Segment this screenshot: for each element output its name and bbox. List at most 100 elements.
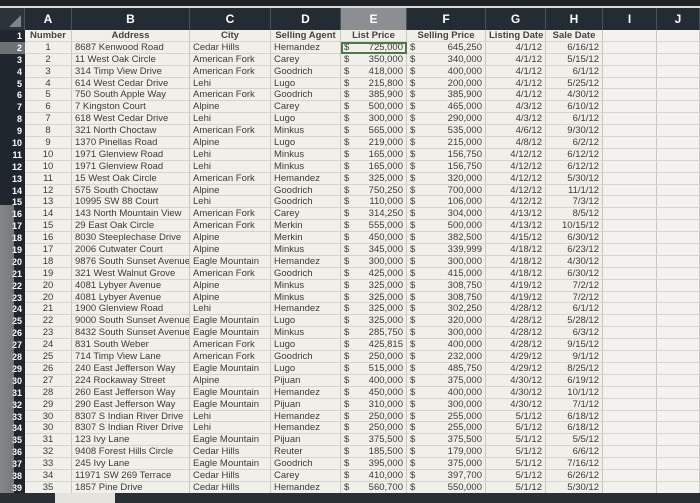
cell-selling-price[interactable]: $645,250: [407, 41, 486, 54]
cell-address[interactable]: 7 Kingston Court: [72, 101, 190, 114]
cell-listing-date[interactable]: 4/18/12: [486, 244, 546, 256]
header-address[interactable]: Address: [72, 30, 190, 42]
cell-listing-date[interactable]: 5/1/12: [486, 422, 546, 435]
cell-city[interactable]: Cedar Hills: [190, 446, 271, 459]
cell-selling-price[interactable]: $255,000: [407, 410, 486, 423]
cell-sale-date[interactable]: 8/5/12: [546, 208, 603, 221]
row-header[interactable]: 4: [0, 65, 25, 78]
cell-city[interactable]: American Fork: [190, 65, 271, 78]
empty-cell[interactable]: [657, 339, 700, 352]
cell-list-price[interactable]: $395,000: [341, 458, 407, 470]
cell-listing-date[interactable]: 4/12/12: [486, 196, 546, 209]
cell-listing-date[interactable]: 4/28/12: [486, 303, 546, 316]
empty-cell[interactable]: [657, 208, 700, 221]
empty-cell[interactable]: [603, 279, 657, 292]
cell-selling-agent[interactable]: Lugo: [271, 137, 341, 149]
cell-list-price[interactable]: $555,000: [341, 220, 407, 233]
cell-listing-date[interactable]: 4/12/12: [486, 160, 546, 173]
cell-city[interactable]: American Fork: [190, 220, 271, 233]
cell-selling-agent[interactable]: Goodrich: [271, 351, 341, 363]
cell-listing-date[interactable]: 4/15/12: [486, 232, 546, 245]
cell-number[interactable]: 8: [25, 125, 72, 138]
cell-selling-agent[interactable]: Merkin: [271, 232, 341, 245]
cell-address[interactable]: 260 East Jefferson Way: [72, 386, 190, 399]
empty-cell[interactable]: [603, 232, 657, 245]
cell-address[interactable]: 9000 South Sunset Avenue: [72, 315, 190, 328]
cell-number[interactable]: 1: [25, 41, 72, 54]
empty-cell[interactable]: [603, 410, 657, 423]
cell-number[interactable]: 3: [25, 65, 72, 78]
cell-listing-date[interactable]: 4/1/12: [486, 89, 546, 102]
header-listing-date[interactable]: Listing Date: [486, 30, 546, 42]
cell-list-price[interactable]: $515,000: [341, 362, 407, 375]
empty-cell[interactable]: [603, 446, 657, 459]
empty-cell[interactable]: [603, 113, 657, 126]
cell-sale-date[interactable]: 5/15/12: [546, 53, 603, 66]
empty-cell[interactable]: [657, 125, 700, 138]
cell-selling-price[interactable]: $302,250: [407, 303, 486, 316]
cell-sale-date[interactable]: 6/30/12: [546, 267, 603, 280]
cell-address[interactable]: 224 Rockaway Street: [72, 374, 190, 387]
empty-cell[interactable]: [657, 458, 700, 470]
cell-listing-date[interactable]: 4/30/12: [486, 398, 546, 411]
cell-listing-date[interactable]: 4/13/12: [486, 208, 546, 221]
empty-cell[interactable]: [603, 220, 657, 233]
cell-address[interactable]: 1857 Pine Drive: [72, 481, 190, 494]
cell-listing-date[interactable]: 4/1/12: [486, 53, 546, 66]
cell-listing-date[interactable]: 5/1/12: [486, 434, 546, 447]
cell-sale-date[interactable]: 5/28/12: [546, 315, 603, 328]
cell-address[interactable]: 11 West Oak Circle: [72, 53, 190, 66]
cell-list-price[interactable]: $450,000: [341, 232, 407, 245]
empty-cell[interactable]: [657, 303, 700, 316]
empty-cell[interactable]: [603, 208, 657, 221]
cell-list-price[interactable]: $450,000: [341, 386, 407, 399]
empty-cell[interactable]: [657, 41, 700, 54]
empty-cell[interactable]: [657, 255, 700, 268]
empty-cell[interactable]: [657, 362, 700, 375]
cell-sale-date[interactable]: 10/1/12: [546, 386, 603, 399]
cell-number[interactable]: 29: [25, 398, 72, 411]
cell-city[interactable]: Alpine: [190, 244, 271, 256]
cell-address[interactable]: 831 South Weber: [72, 339, 190, 352]
cell-address[interactable]: 8687 Kenwood Road: [72, 41, 190, 54]
cell-sale-date[interactable]: 6/1/12: [546, 303, 603, 316]
empty-cell[interactable]: [657, 267, 700, 280]
cell-selling-agent[interactable]: Hemandez: [271, 410, 341, 423]
cell-sale-date[interactable]: 6/1/12: [546, 65, 603, 78]
cell-list-price[interactable]: $215,800: [341, 77, 407, 90]
cell-listing-date[interactable]: 4/13/12: [486, 220, 546, 233]
cell-selling-agent[interactable]: Hemandez: [271, 386, 341, 399]
cell-number[interactable]: 24: [25, 339, 72, 352]
cell-selling-price[interactable]: $106,000: [407, 196, 486, 209]
cell-number[interactable]: 20: [25, 291, 72, 304]
cell-selling-agent[interactable]: Hemandez: [271, 255, 341, 268]
cell-list-price[interactable]: $165,000: [341, 160, 407, 173]
empty-cell[interactable]: [603, 303, 657, 316]
row-header[interactable]: 6: [0, 89, 25, 102]
empty-cell[interactable]: [603, 374, 657, 387]
cell-list-price[interactable]: $400,000: [341, 374, 407, 387]
cell-address[interactable]: 245 Ivy Lane: [72, 458, 190, 470]
cell-list-price[interactable]: $425,000: [341, 267, 407, 280]
row-header[interactable]: 9: [0, 125, 25, 138]
cell-address[interactable]: 750 South Apple Way: [72, 89, 190, 102]
cell-selling-agent[interactable]: Carey: [271, 53, 341, 66]
cell-selling-price[interactable]: $375,000: [407, 458, 486, 470]
empty-cell[interactable]: [657, 279, 700, 292]
cell-listing-date[interactable]: 4/3/12: [486, 101, 546, 114]
empty-cell[interactable]: [657, 446, 700, 459]
cell-selling-price[interactable]: $200,000: [407, 77, 486, 90]
cell-list-price[interactable]: $350,000: [341, 53, 407, 66]
cell-list-price[interactable]: $418,000: [341, 65, 407, 78]
empty-cell[interactable]: [603, 184, 657, 197]
cell-selling-price[interactable]: $500,000: [407, 220, 486, 233]
cell-listing-date[interactable]: 5/1/12: [486, 446, 546, 459]
empty-cell[interactable]: [603, 386, 657, 399]
cell-selling-price[interactable]: $535,000: [407, 125, 486, 138]
empty-cell[interactable]: [603, 160, 657, 173]
cell-city[interactable]: Alpine: [190, 137, 271, 149]
cell-sale-date[interactable]: 9/15/12: [546, 339, 603, 352]
cell-listing-date[interactable]: 5/1/12: [486, 458, 546, 470]
cell-number[interactable]: 17: [25, 244, 72, 256]
row-header[interactable]: 12: [0, 160, 25, 173]
